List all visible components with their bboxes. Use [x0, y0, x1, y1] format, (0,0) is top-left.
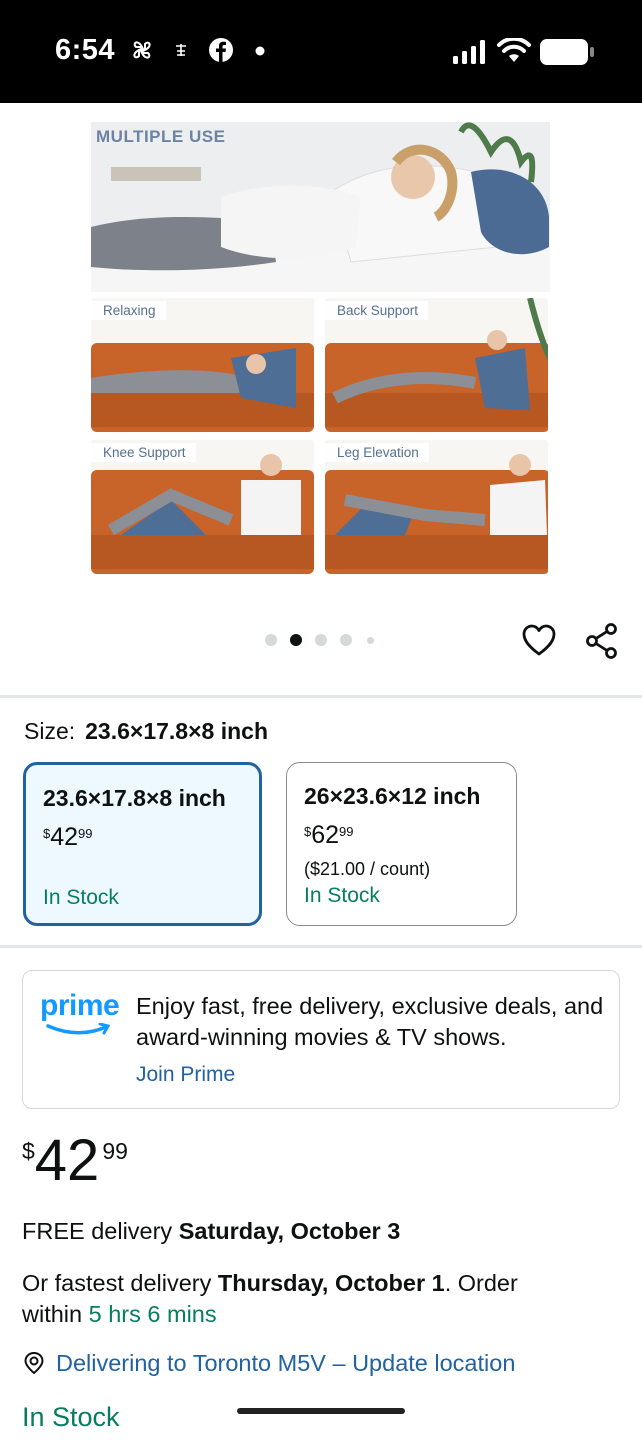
tile-label: Leg Elevation: [325, 443, 429, 462]
woman-lying-illustration: [91, 122, 550, 292]
wifi-icon: [497, 38, 531, 62]
carousel-dot[interactable]: [367, 637, 374, 644]
hero-label: MULTIPLE USE: [96, 127, 226, 146]
prime-logo: prime: [40, 989, 120, 1035]
share-icon[interactable]: [585, 623, 619, 659]
prime-smile-icon: [46, 1023, 111, 1035]
prime-promo[interactable]: prime Enjoy fast, free delivery, exclusi…: [22, 970, 620, 1109]
size-option-1[interactable]: 23.6×17.8×8 inch $4299 In Stock: [23, 762, 262, 926]
signal-icon: [453, 40, 485, 64]
size-option-title: 26×23.6×12 inch: [304, 783, 481, 809]
tile-label: Relaxing: [91, 301, 166, 320]
fastest-delivery-info: Or fastest delivery Thursday, October 1.…: [22, 1270, 518, 1327]
join-prime-link[interactable]: Join Prime: [136, 1063, 235, 1087]
tile-label: Back Support: [325, 301, 429, 320]
carousel-dot[interactable]: [315, 634, 327, 646]
size-option-title: 23.6×17.8×8 inch: [43, 785, 226, 811]
size-row: Size: 23.6×17.8×8 inch: [24, 718, 268, 745]
fan-icon: [133, 41, 151, 59]
dot-indicator-icon: [255, 46, 265, 56]
prime-description: Enjoy fast, free delivery, exclusive dea…: [136, 993, 604, 1050]
size-option-price: $6299: [304, 821, 354, 849]
tile-knee-support: Knee Support: [91, 440, 314, 574]
battery-icon: [540, 39, 594, 65]
size-option-stock: In Stock: [304, 884, 380, 907]
home-indicator[interactable]: [237, 1408, 405, 1414]
size-option-stock: In Stock: [43, 886, 119, 909]
size-option-price: $4299: [43, 823, 93, 851]
tile-back-support: Back Support: [325, 298, 548, 432]
divider: [0, 945, 642, 948]
location-pin-icon: [24, 1351, 44, 1375]
heart-icon[interactable]: [522, 624, 556, 658]
delivery-countdown: 5 hrs 6 mins: [88, 1301, 217, 1327]
tile-relaxing: Relaxing: [91, 298, 314, 432]
status-bar: 6:54: [0, 0, 642, 103]
divider: [0, 695, 642, 698]
stock-status: In Stock: [22, 1402, 120, 1432]
size-selected-value: 23.6×17.8×8 inch: [85, 718, 268, 744]
tile-leg-elevation: Leg Elevation: [325, 440, 548, 574]
size-option-2[interactable]: 26×23.6×12 inch $6299 ($21.00 / count) I…: [286, 762, 517, 926]
delivery-location-link[interactable]: Delivering to Toronto M5V – Update locat…: [22, 1350, 515, 1377]
carousel-dot[interactable]: [340, 634, 352, 646]
product-image[interactable]: MULTIPLE USE Relaxing Back Support Knee …: [91, 122, 550, 574]
hero-image: MULTIPLE USE: [91, 122, 550, 292]
carousel-dot-active[interactable]: [290, 634, 302, 646]
tile-label: Knee Support: [91, 443, 196, 462]
free-delivery-info: FREE delivery Saturday, October 3: [22, 1218, 401, 1244]
facebook-icon: [209, 38, 233, 62]
product-price: $42 99: [22, 1128, 128, 1193]
size-option-unit-price: ($21.00 / count): [304, 859, 431, 879]
size-label: Size:: [24, 718, 76, 744]
status-time: 6:54: [55, 34, 116, 66]
app-icon: [176, 44, 186, 56]
carousel-dot[interactable]: [265, 634, 277, 646]
